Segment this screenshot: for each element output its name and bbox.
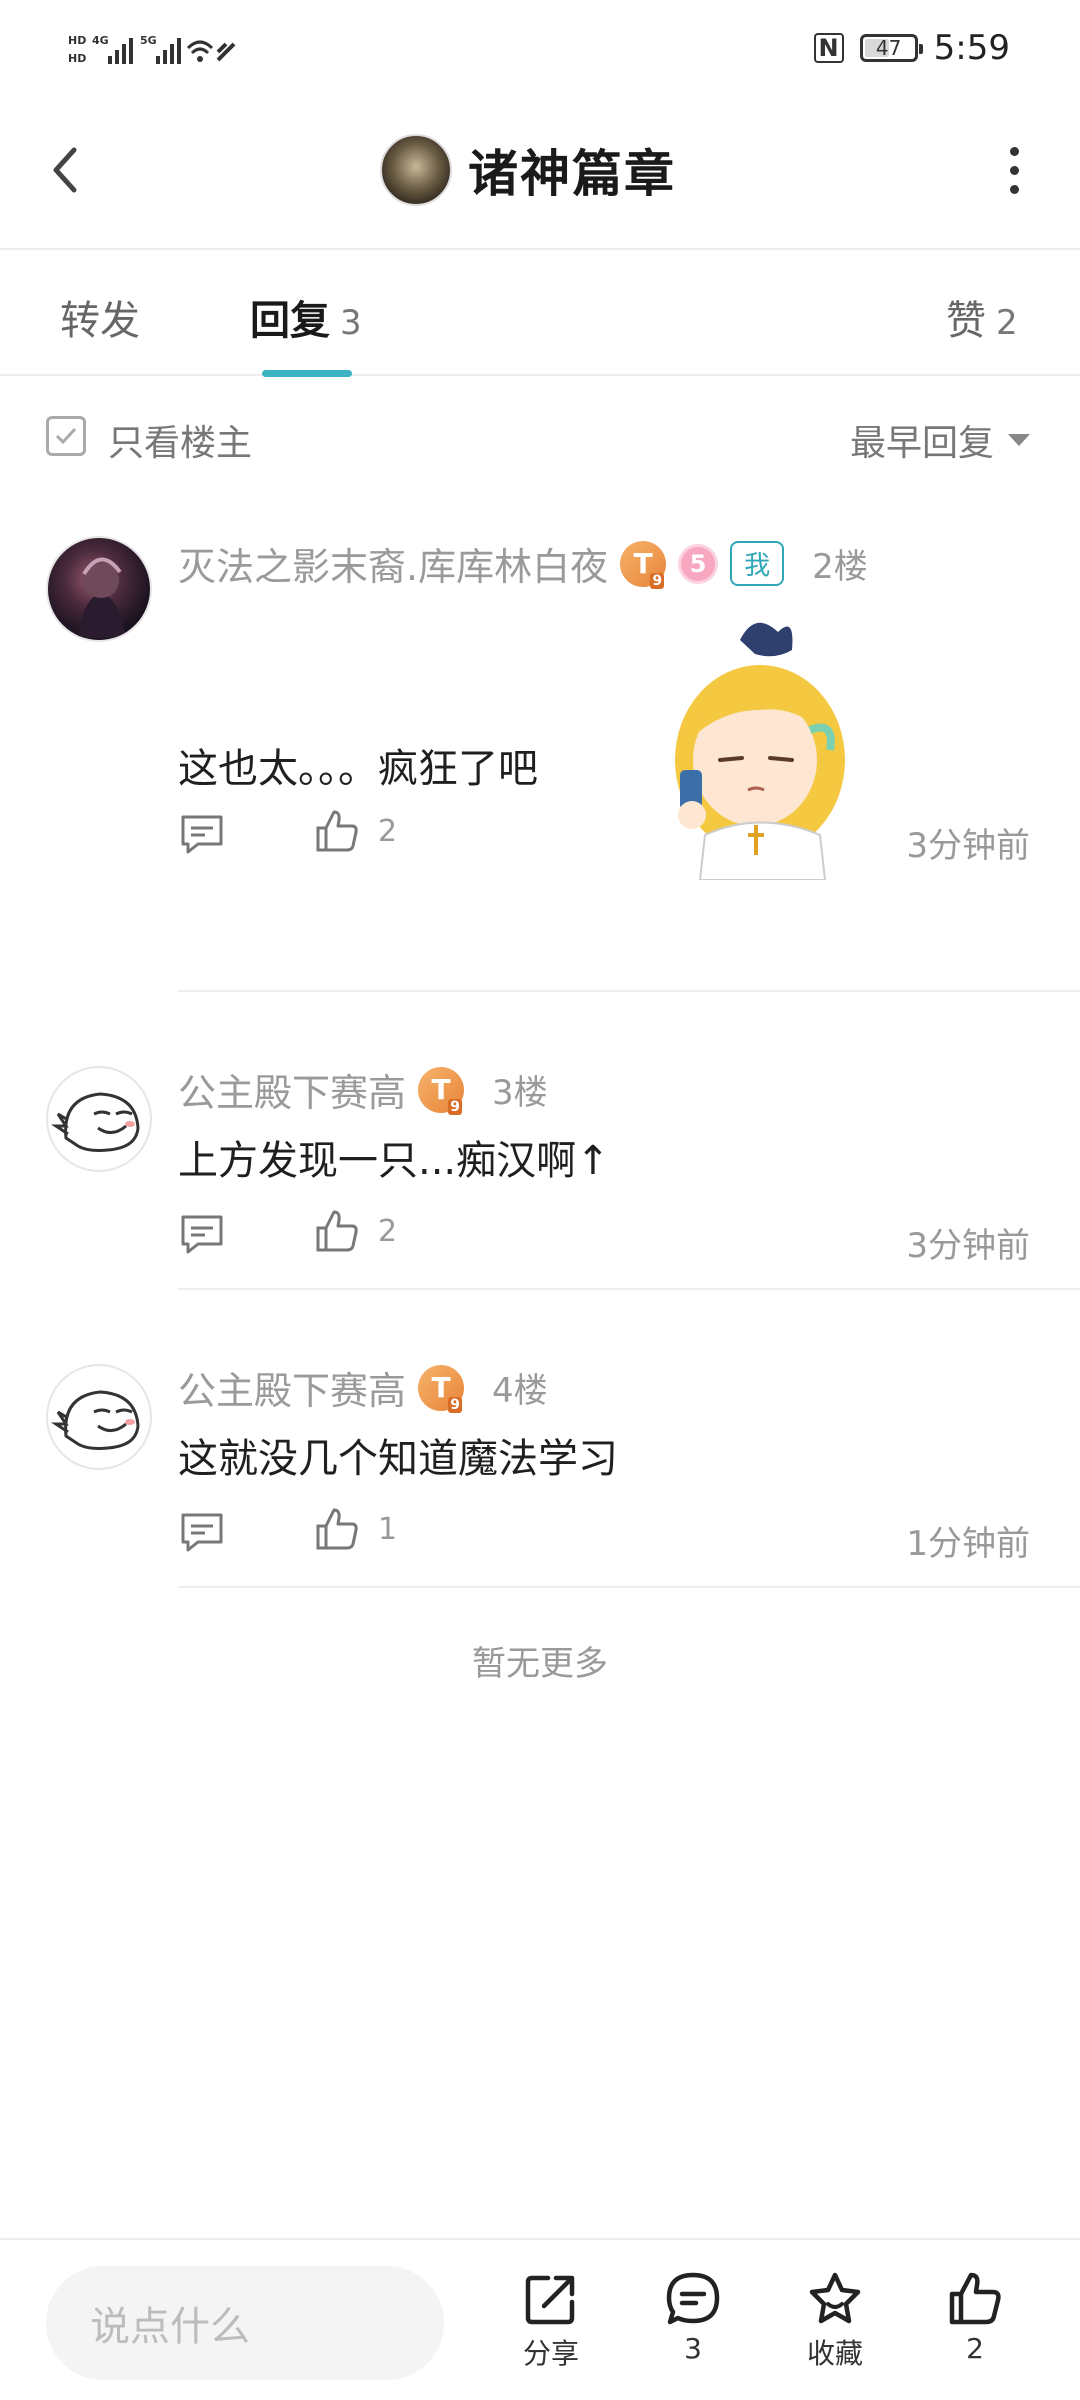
timestamp: 3分钟前 bbox=[906, 826, 1030, 866]
status-bar: HD HD 4G 5G N 47 5:59 bbox=[0, 0, 1080, 100]
tab-label: 转发 bbox=[60, 298, 140, 344]
battery-level: 47 bbox=[875, 36, 902, 60]
reply-comment-button[interactable] bbox=[178, 1212, 226, 1262]
divider bbox=[178, 990, 1080, 992]
tab-replies[interactable]: 回复 3 bbox=[250, 288, 362, 346]
username[interactable]: 公主殿下赛高 bbox=[178, 1360, 406, 1415]
bottom-action-bar: 说点什么 分享 3 收藏 2 bbox=[0, 2238, 1080, 2400]
star-icon bbox=[809, 2272, 861, 2324]
reply-like-button[interactable]: 1 bbox=[314, 1506, 397, 1552]
like-count: 1 bbox=[378, 1511, 398, 1547]
avatar[interactable] bbox=[46, 536, 152, 642]
tab-likes[interactable]: 赞2 bbox=[946, 288, 1018, 346]
tab-count: 3 bbox=[340, 303, 362, 343]
divider bbox=[178, 1288, 1080, 1290]
floor-number: 2楼 bbox=[812, 547, 868, 587]
svg-text:5G: 5G bbox=[140, 34, 157, 47]
comment-icon bbox=[181, 1215, 223, 1254]
reply-text: 这就没几个知道魔法学习 bbox=[178, 1436, 618, 1482]
signal-icon: HD HD 4G 5G bbox=[68, 34, 236, 65]
tab-bar: 转发 回复 3 赞2 bbox=[0, 252, 1080, 377]
reply-comment-button[interactable] bbox=[178, 812, 226, 862]
tab-label: 回复 bbox=[250, 298, 330, 344]
avatar[interactable] bbox=[46, 1364, 152, 1470]
only-op-label[interactable]: 只看楼主 bbox=[108, 414, 252, 466]
share-label: 分享 bbox=[522, 2337, 579, 2370]
app-header: 诸神篇章 bbox=[0, 100, 1080, 250]
caret-down-icon bbox=[1008, 434, 1030, 446]
nfc-icon: N bbox=[813, 33, 844, 63]
username[interactable]: 公主殿下赛高 bbox=[178, 1062, 406, 1117]
level-badge-sub: 9 bbox=[448, 1098, 463, 1115]
page-title: 诸神篇章 bbox=[468, 145, 676, 203]
divider bbox=[178, 1586, 1080, 1588]
share-icon bbox=[525, 2275, 575, 2325]
thumbs-up-icon bbox=[316, 1210, 358, 1252]
tab-label: 赞 bbox=[946, 298, 986, 344]
thumbs-up-icon bbox=[316, 1508, 358, 1550]
username[interactable]: 灭法之影末裔.库库林白夜 bbox=[178, 536, 608, 591]
sort-dropdown[interactable]: 最早回复 bbox=[850, 414, 1030, 466]
network-indicators: HD HD 4G 5G bbox=[68, 30, 238, 70]
fan-badge: 5 bbox=[678, 543, 719, 584]
reply-text: 上方发现一只...痴汉啊↑ bbox=[178, 1138, 610, 1184]
level-badge: T9 bbox=[418, 1364, 465, 1413]
floor-number: 3楼 bbox=[492, 1073, 548, 1113]
comment-count: 3 bbox=[684, 2332, 702, 2365]
me-badge: 我 bbox=[730, 541, 785, 586]
clock: 5:59 bbox=[933, 28, 1010, 68]
check-icon bbox=[55, 427, 77, 445]
like-count: 2 bbox=[378, 813, 398, 849]
reply-actions: 2 3分钟前 bbox=[178, 808, 1038, 868]
battery-icon: 47 bbox=[859, 34, 923, 62]
like-count: 2 bbox=[378, 1213, 398, 1249]
level-badge: T9 bbox=[620, 540, 667, 589]
back-button[interactable] bbox=[36, 140, 96, 200]
reply-meta: 灭法之影末裔.库库林白夜 T9 5 我 2楼 bbox=[178, 536, 868, 591]
tab-count: 2 bbox=[996, 303, 1018, 343]
level-badge-sub: 9 bbox=[650, 572, 665, 589]
svg-text:4G: 4G bbox=[92, 34, 109, 47]
timestamp: 1分钟前 bbox=[906, 1524, 1030, 1564]
only-op-checkbox[interactable] bbox=[46, 416, 86, 456]
comment-input[interactable]: 说点什么 bbox=[46, 2266, 444, 2380]
svg-text:HD: HD bbox=[68, 34, 86, 47]
tab-reposts[interactable]: 转发 bbox=[60, 288, 140, 346]
favorite-label: 收藏 bbox=[806, 2337, 863, 2370]
sort-label: 最早回复 bbox=[849, 423, 994, 464]
like-button[interactable]: 2 bbox=[920, 2270, 1030, 2365]
active-tab-indicator bbox=[262, 370, 352, 377]
like-count: 2 bbox=[966, 2332, 984, 2365]
no-more-text: 暂无更多 bbox=[472, 1644, 608, 1684]
forum-title-group[interactable]: 诸神篇章 bbox=[380, 130, 676, 210]
reply-text: 这也太。。。疯狂了吧 bbox=[178, 746, 538, 792]
timestamp: 3分钟前 bbox=[906, 1226, 1030, 1266]
floor-number: 4楼 bbox=[492, 1371, 548, 1411]
thumbs-up-icon bbox=[316, 810, 358, 852]
svg-text:HD: HD bbox=[68, 52, 86, 65]
share-button[interactable]: 分享 bbox=[496, 2270, 606, 2372]
favorite-button[interactable]: 收藏 bbox=[780, 2270, 890, 2372]
reply-actions: 2 3分钟前 bbox=[178, 1208, 1038, 1268]
reply-comment-button[interactable] bbox=[178, 1510, 226, 1560]
forum-avatar[interactable] bbox=[380, 134, 452, 206]
comment-icon bbox=[181, 1513, 223, 1552]
level-badge-sub: 9 bbox=[448, 1396, 463, 1413]
reply-like-button[interactable]: 2 bbox=[314, 1208, 397, 1254]
reply-meta: 公主殿下赛高 T9 3楼 bbox=[178, 1062, 548, 1117]
chevron-left-icon bbox=[53, 147, 77, 193]
comment-button[interactable]: 3 bbox=[638, 2270, 748, 2365]
reply-actions: 1 1分钟前 bbox=[178, 1506, 1038, 1566]
comment-input-placeholder: 说点什么 bbox=[90, 2304, 250, 2350]
filter-bar: 只看楼主 最早回复 bbox=[0, 398, 1080, 478]
more-vertical-icon[interactable] bbox=[984, 140, 1044, 200]
comment-icon bbox=[181, 815, 223, 854]
level-badge: T9 bbox=[418, 1066, 465, 1115]
avatar[interactable] bbox=[46, 1066, 152, 1172]
thumbs-up-icon bbox=[949, 2272, 1001, 2325]
reply-meta: 公主殿下赛高 T9 4楼 bbox=[178, 1360, 548, 1415]
comment-bubble-icon bbox=[666, 2272, 720, 2325]
reply-like-button[interactable]: 2 bbox=[314, 808, 397, 854]
